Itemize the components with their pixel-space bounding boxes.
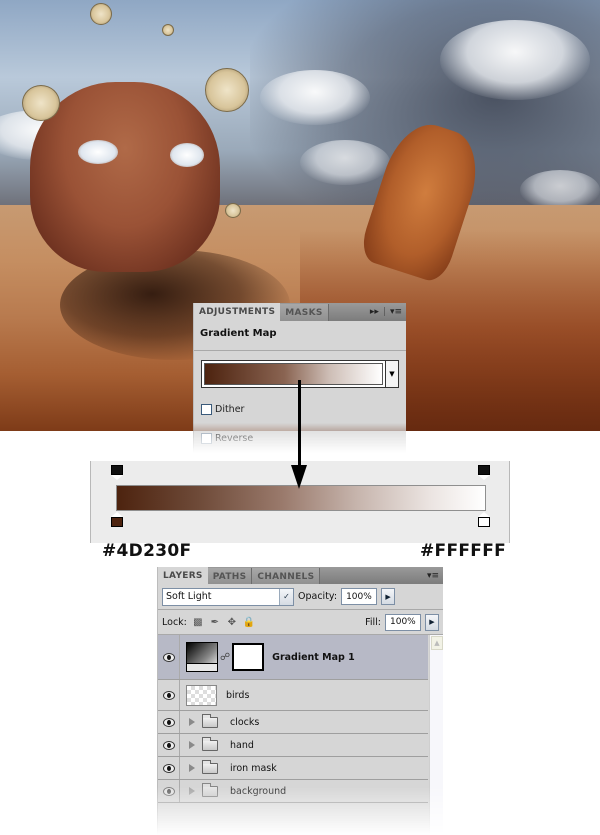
reverse-checkbox[interactable] — [201, 433, 212, 444]
divider: | — [382, 307, 386, 317]
layer-row-clocks[interactable]: clocks — [158, 711, 428, 734]
cloud — [260, 70, 370, 125]
layer-mask-thumbnail[interactable] — [232, 643, 265, 671]
lock-pixels-brush-icon[interactable]: ✒ — [209, 617, 221, 628]
folder-icon — [202, 782, 218, 797]
adjustments-tab-bar: ADJUSTMENTS MASKS ▸▸ | ▾≡ — [194, 303, 406, 321]
layers-tab-bar: LAYERS PATHS CHANNELS ▾≡ — [158, 567, 443, 584]
end-color-hex: #FFFFFF — [420, 541, 507, 561]
opacity-stop-right[interactable] — [478, 465, 490, 481]
color-stop-end[interactable] — [478, 512, 490, 528]
dither-label: Dither — [215, 404, 245, 415]
expand-triangle-icon[interactable] — [189, 741, 195, 749]
dither-checkbox[interactable] — [201, 404, 212, 415]
chevron-down-icon[interactable]: ✓ — [279, 588, 293, 605]
transparent-layer-thumbnail — [186, 684, 217, 706]
layer-name: background — [230, 785, 287, 797]
layer-list: ☍ Gradient Map 1 birds clocks hand iron … — [158, 635, 428, 803]
layer-row-iron-mask[interactable]: iron mask — [158, 757, 428, 780]
lock-all-padlock-icon[interactable]: 🔒 — [243, 617, 255, 628]
layer-row-background[interactable]: background — [158, 780, 428, 803]
panel-menu-icon[interactable]: ▾≡ — [390, 307, 402, 317]
reverse-label: Reverse — [215, 433, 254, 444]
visibility-eye-icon[interactable] — [162, 652, 175, 662]
layer-name: iron mask — [230, 762, 277, 774]
blend-mode-select[interactable]: Soft Light ✓ — [162, 587, 294, 606]
link-chain-icon[interactable]: ☍ — [220, 652, 230, 663]
layers-scrollbar[interactable]: ▲ — [429, 635, 443, 835]
mask-eye-right — [170, 143, 204, 167]
lock-position-move-icon[interactable]: ✥ — [226, 617, 238, 628]
layer-name: clocks — [230, 716, 260, 728]
folder-icon — [202, 736, 218, 751]
blend-row: Soft Light ✓ Opacity: 100% ▶ — [158, 584, 443, 610]
scroll-up-icon[interactable]: ▲ — [431, 636, 443, 650]
tab-paths[interactable]: PATHS — [207, 568, 253, 584]
dither-option[interactable]: Dither — [201, 404, 244, 415]
start-color-hex: #4D230F — [102, 541, 192, 561]
layer-name: hand — [230, 739, 254, 751]
clay-mask-face — [30, 82, 220, 272]
expand-triangle-icon[interactable] — [189, 787, 195, 795]
mask-eye-left — [78, 140, 118, 164]
visibility-eye-icon[interactable] — [162, 690, 175, 700]
tab-masks[interactable]: MASKS — [280, 304, 329, 321]
visibility-eye-icon[interactable] — [162, 717, 175, 727]
fill-label: Fill: — [365, 616, 381, 628]
adjustment-title: Gradient Map — [194, 321, 406, 351]
visibility-eye-icon[interactable] — [162, 740, 175, 750]
layer-row-gradient-map[interactable]: ☍ Gradient Map 1 — [158, 635, 428, 680]
double-arrow-right-icon[interactable]: ▸▸ — [370, 307, 379, 317]
adjustment-layer-thumbnail — [186, 642, 218, 672]
visibility-eye-icon[interactable] — [162, 763, 175, 773]
clock — [225, 203, 241, 218]
folder-icon — [202, 713, 218, 728]
lock-transparency-icon[interactable]: ▩ — [192, 617, 204, 628]
clock — [162, 24, 174, 36]
lock-row: Lock: ▩ ✒ ✥ 🔒 Fill: 100% ▶ — [158, 610, 443, 635]
color-stop-start[interactable] — [111, 512, 123, 528]
opacity-label: Opacity: — [298, 591, 338, 602]
tab-layers[interactable]: LAYERS — [158, 567, 208, 584]
gradient-preview[interactable] — [204, 363, 383, 385]
chevron-down-icon[interactable]: ▼ — [385, 361, 398, 387]
layer-name: Gradient Map 1 — [272, 651, 355, 663]
visibility-eye-icon[interactable] — [162, 786, 175, 796]
opacity-input[interactable]: 100% — [341, 588, 378, 605]
folder-icon — [202, 759, 218, 774]
arrow-down-icon — [291, 465, 307, 489]
cloud — [520, 170, 600, 210]
arrow-line — [298, 380, 301, 472]
clock — [90, 3, 112, 25]
fill-slider-toggle[interactable]: ▶ — [425, 613, 439, 631]
opacity-slider-toggle[interactable]: ▶ — [381, 588, 396, 605]
clock — [22, 85, 60, 121]
opacity-stop-left[interactable] — [111, 465, 123, 481]
lock-label: Lock: — [162, 616, 187, 628]
fill-input[interactable]: 100% — [385, 613, 421, 631]
layers-panel: LAYERS PATHS CHANNELS ▾≡ Soft Light ✓ Op… — [157, 567, 443, 835]
tab-adjustments[interactable]: ADJUSTMENTS — [194, 303, 281, 321]
tab-channels[interactable]: CHANNELS — [252, 568, 321, 584]
expand-triangle-icon[interactable] — [189, 718, 195, 726]
panel-menu-icon[interactable]: ▾≡ — [427, 571, 439, 581]
clock — [205, 68, 249, 112]
layer-row-hand[interactable]: hand — [158, 734, 428, 757]
blend-mode-value: Soft Light — [166, 591, 212, 602]
layer-row-birds[interactable]: birds — [158, 680, 428, 711]
reverse-option[interactable]: Reverse — [201, 433, 253, 444]
expand-triangle-icon[interactable] — [189, 764, 195, 772]
layer-name: birds — [226, 689, 250, 701]
cloud — [300, 140, 390, 185]
cloud — [440, 20, 590, 100]
